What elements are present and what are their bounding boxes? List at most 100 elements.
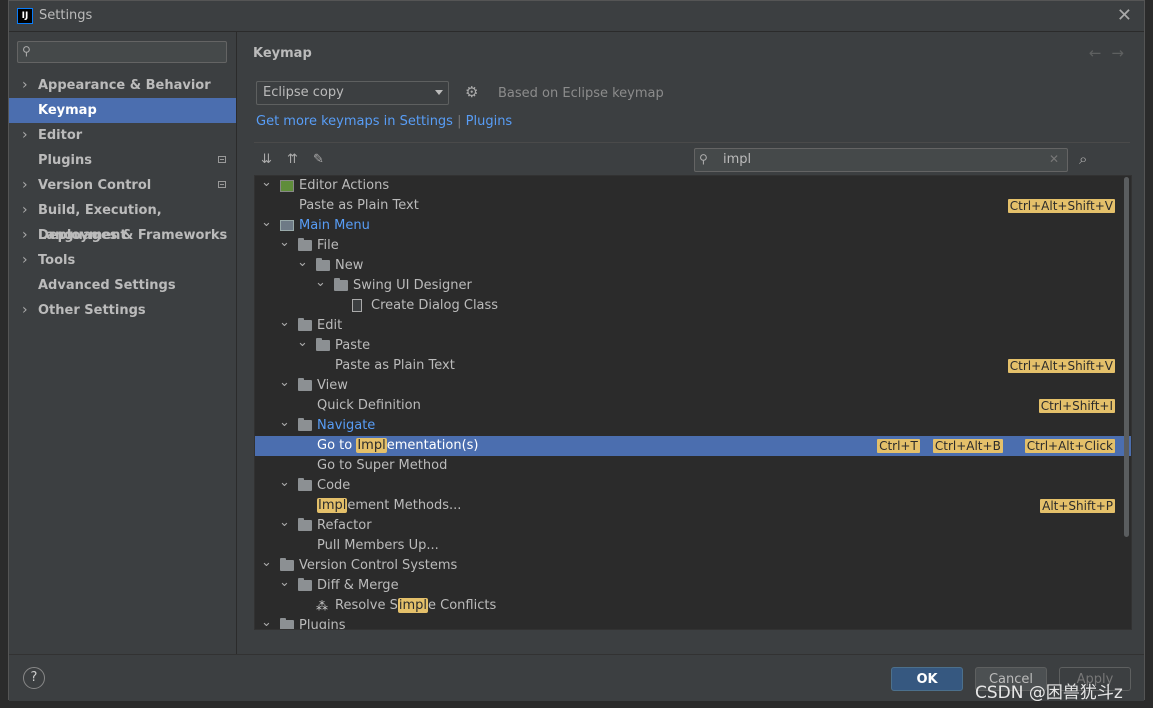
tree-group-row[interactable]: ⌄ Swing UI Designer [255,276,1131,296]
edit-icon[interactable]: ✎ [313,152,324,167]
shortcut-badge: Ctrl+Alt+Click [1024,439,1115,453]
tree-group-row[interactable]: ⌄ Paste [255,336,1131,356]
keymap-select[interactable]: Eclipse copy [256,81,449,105]
tree-action-row[interactable]: Go to Super Method [255,456,1131,476]
sidebar-item-appearance-behavior[interactable]: › Appearance & Behavior [9,73,236,98]
action-search-value: impl [723,152,752,167]
chevron-right-icon[interactable]: › [22,198,28,223]
chevron-right-icon[interactable]: › [22,173,28,198]
tree-action-row[interactable]: Pull Members Up... [255,536,1131,556]
tree-group-row[interactable]: ⌄ New [255,256,1131,276]
plugins-link[interactable]: Plugins [466,114,513,129]
settings-sidebar: ⚲ › Appearance & Behavior Keymap › Editor Plu… [9,32,236,654]
chevron-down-icon[interactable]: ⌄ [279,416,291,430]
tree-action-row[interactable]: Go to Implementation(s) Ctrl+Alt+Click Ctr… [255,436,1131,456]
tree-row-label: Pull Members Up... [317,538,439,553]
search-match-highlight: impl [397,598,429,613]
shortcut-badge: Ctrl+Alt+B [932,439,1003,453]
tree-action-row[interactable]: Implement Methods... Alt+Shift+P [255,496,1131,516]
label-suffix: e Conflicts [428,598,497,613]
chevron-down-icon[interactable]: ⌄ [279,236,291,250]
tree-action-row[interactable]: ⁂ Resolve Simple Conflicts [255,596,1131,616]
chevron-down-icon[interactable]: ⌄ [261,556,273,570]
sidebar-item-advanced-settings[interactable]: Advanced Settings [9,273,236,298]
search-match-highlight: Impl [356,438,387,453]
sidebar-item-version-control[interactable]: › Version Control [9,173,236,198]
tree-group-row[interactable]: ⌄ Editor Actions [255,176,1131,196]
tree-row-label: Version Control Systems [299,558,458,573]
tree-row-label: Code [317,478,351,493]
chevron-down-icon[interactable]: ⌄ [279,316,291,330]
clear-search-icon[interactable]: ✕ [1049,152,1059,166]
tree-action-row[interactable]: Create Dialog Class [255,296,1131,316]
tree-action-row[interactable]: Paste as Plain Text Ctrl+Alt+Shift+V [255,356,1131,376]
chevron-down-icon[interactable]: ⌄ [279,516,291,530]
chevron-down-icon[interactable]: ⌄ [297,336,309,350]
tree-group-row[interactable]: ⌄ Diff & Merge [255,576,1131,596]
sidebar-item-label: Languages & Frameworks [38,228,228,243]
keymap-links: Get more keymaps in Settings | Plugins [256,114,512,129]
tree-action-row[interactable]: Quick Definition Ctrl+Shift+I [255,396,1131,416]
chevron-right-icon[interactable]: › [22,73,28,98]
sidebar-item-keymap[interactable]: Keymap [9,98,236,123]
chevron-down-icon[interactable]: ⌄ [261,176,273,190]
gear-icon[interactable]: ⚙ [465,83,478,101]
expand-all-icon[interactable]: ⇊ [261,152,272,167]
folder-icon [334,278,348,291]
settings-link[interactable]: Get more keymaps in Settings [256,114,453,129]
tree-row-label: Quick Definition [317,398,421,413]
shortcut-badge: Ctrl+Alt+Shift+V [1007,359,1115,373]
sidebar-item-tools[interactable]: › Tools [9,248,236,273]
chevron-down-icon[interactable]: ⌄ [297,256,309,270]
label-suffix: ementation(s) [386,438,479,453]
settings-dialog: IJ Settings ✕ ⚲ › Appearance & Behavior Ke… [8,0,1145,701]
tree-row-label: Paste as Plain Text [335,358,455,373]
label-prefix: Resolve S [335,598,398,613]
action-search-input[interactable]: ⚲ impl ✕ [694,148,1068,172]
forward-arrow-icon[interactable]: → [1111,44,1134,62]
back-arrow-icon[interactable]: ← [1089,44,1112,62]
sidebar-item-other-settings[interactable]: › Other Settings [9,298,236,323]
sidebar-item-languages-frameworks[interactable]: › Languages & Frameworks [9,223,236,248]
chevron-down-icon[interactable]: ⌄ [261,616,273,630]
chevron-down-icon[interactable]: ⌄ [261,216,273,230]
close-icon[interactable]: ✕ [1117,5,1132,26]
tree-group-row[interactable]: ⌄ File [255,236,1131,256]
tree-scrollbar[interactable] [1124,177,1129,537]
tree-action-row[interactable]: Paste as Plain Text Ctrl+Alt+Shift+V [255,196,1131,216]
sidebar-item-build-execution-deployment[interactable]: › Build, Execution, Deployment [9,198,236,243]
chevron-right-icon[interactable]: › [22,248,28,273]
chevron-right-icon[interactable]: › [22,298,28,323]
tree-group-row[interactable]: ⌄ Code [255,476,1131,496]
editor-actions-icon [280,180,294,192]
tree-group-row[interactable]: ⌄ Edit [255,316,1131,336]
chevron-right-icon[interactable]: › [22,123,28,148]
find-by-shortcut-icon[interactable]: ⌕ [1079,150,1087,168]
chevron-right-icon[interactable]: › [22,223,28,248]
tree-group-row[interactable]: ⌄ View [255,376,1131,396]
tree-group-row[interactable]: ⌄ Main Menu [255,216,1131,236]
dropdown-arrow-icon [435,90,443,95]
shortcut-badge: Ctrl+Shift+I [1038,399,1115,413]
help-button[interactable]: ? [23,667,45,689]
chevron-down-icon[interactable]: ⌄ [315,276,327,290]
page-title: Keymap [253,46,312,61]
tree-group-row[interactable]: ⌄ Plugins [255,616,1131,630]
back-forward-arrows[interactable]: ←→ [1089,44,1134,62]
tree-group-row[interactable]: ⌄ Version Control Systems [255,556,1131,576]
label-prefix: Go to [317,438,357,453]
tree-group-row[interactable]: ⌄ Navigate [255,416,1131,436]
chevron-down-icon[interactable]: ⌄ [279,476,291,490]
tree-group-row[interactable]: ⌄ Refactor [255,516,1131,536]
settings-nav: › Appearance & Behavior Keymap › Editor Plugi… [9,73,236,323]
chevron-down-icon[interactable]: ⌄ [279,576,291,590]
tree-row-label: Navigate [317,418,376,433]
collapse-all-icon[interactable]: ⇈ [287,152,298,167]
chevron-down-icon[interactable]: ⌄ [279,376,291,390]
sidebar-search-input[interactable]: ⚲ [17,41,227,63]
sidebar-item-editor[interactable]: › Editor [9,123,236,148]
ok-button[interactable]: OK [891,667,963,691]
tree-row-label: Refactor [317,518,372,533]
search-icon: ⚲ [22,44,31,58]
sidebar-item-plugins[interactable]: Plugins [9,148,236,173]
